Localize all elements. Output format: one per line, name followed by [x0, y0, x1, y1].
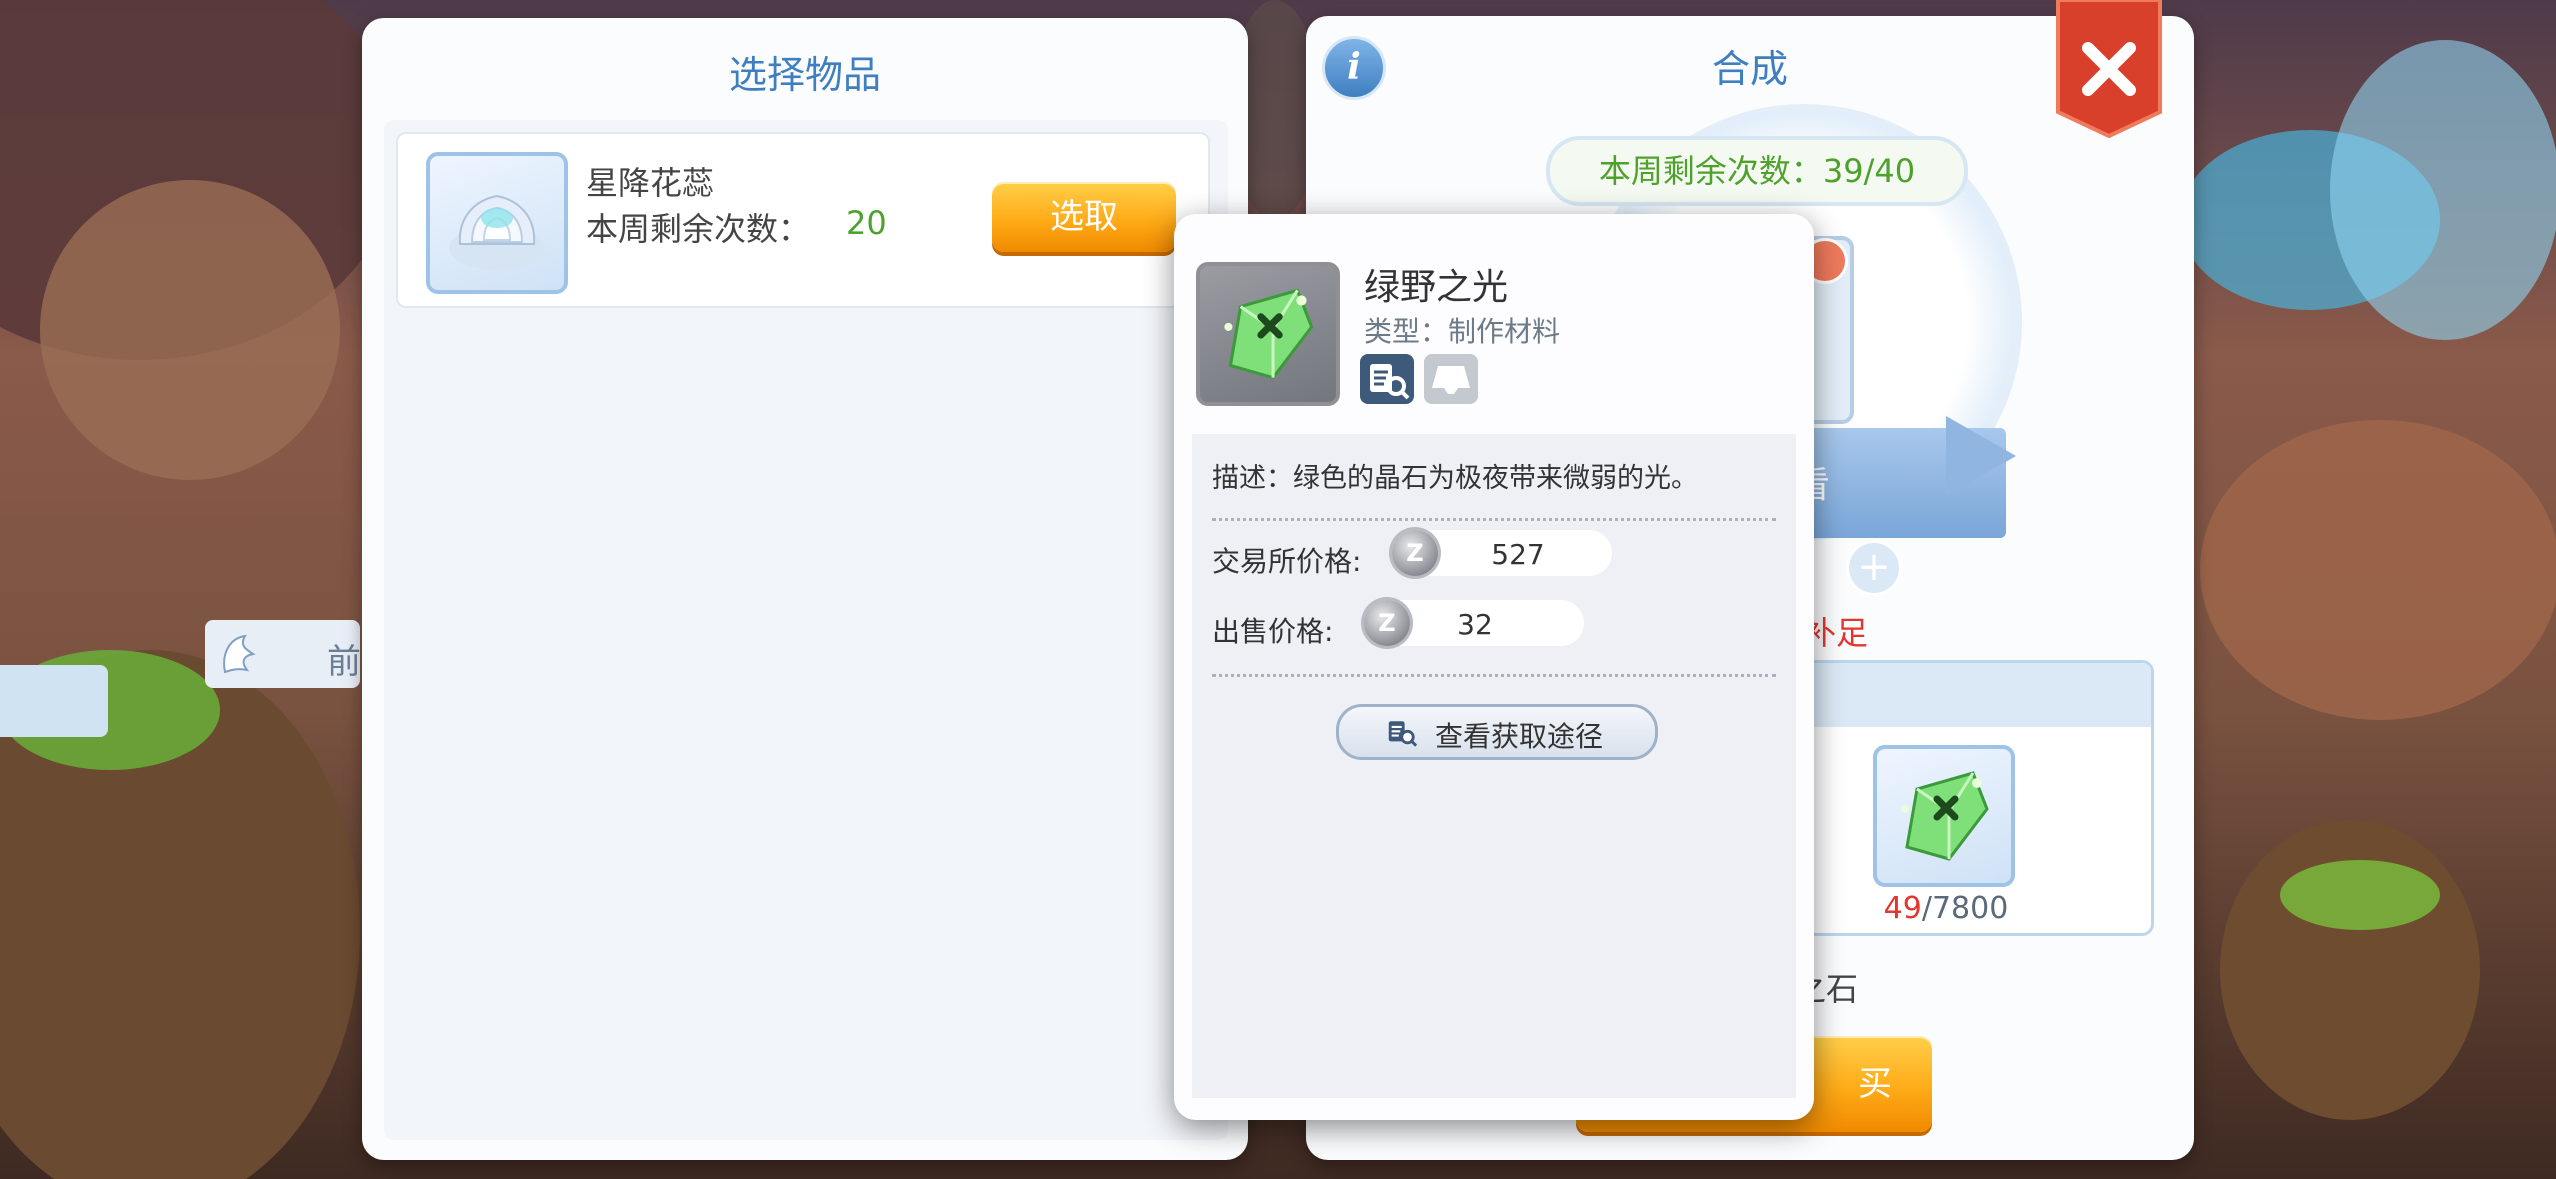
select-item-title: 选择物品: [728, 53, 881, 97]
tooltip-description: 描述：绿色的晶石为极夜带来微弱的光。: [1212, 463, 1698, 494]
side-panel-fragment: [0, 665, 108, 737]
side-menu-button[interactable]: 前: [205, 620, 361, 688]
divider-top: [1212, 518, 1776, 521]
item-weekly-label: 本周剩余次数：: [586, 210, 811, 248]
sell-price-label: 出售价格:: [1212, 615, 1334, 648]
green-crystal-icon[interactable]: [1873, 745, 2015, 887]
tray-icon[interactable]: [1424, 354, 1478, 404]
select-item-panel: 选择物品 星降花蕊 本周剩余次数： 20 选取: [362, 18, 1248, 1160]
tooltip-item-type: 类型：制作材料: [1364, 315, 1561, 348]
exchange-price-label: 交易所价格:: [1212, 545, 1362, 578]
search-document-icon[interactable]: [1360, 354, 1414, 404]
ribbon-tail: [1946, 416, 2016, 496]
flower-item-icon: [426, 152, 568, 294]
material-have: 49: [1883, 891, 1922, 926]
tooltip-body: 描述：绿色的晶石为极夜带来微弱的光。 交易所价格: Z 527 出售价格: Z …: [1192, 434, 1796, 1098]
zeny-coin-icon: Z: [1364, 600, 1410, 646]
item-tooltip: 绿野之光 类型：制作材料 描述：绿色的晶石为极夜带来微弱的光。 交易所价格: Z…: [1174, 214, 1814, 1120]
view-source-button[interactable]: 查看获取途径: [1336, 704, 1658, 760]
close-icon: [2056, 0, 2162, 139]
tooltip-item-name: 绿野之光: [1364, 267, 1509, 308]
sell-price-value: 32: [1457, 608, 1493, 641]
item-name: 星降花蕊: [586, 164, 715, 202]
list-item[interactable]: 星降花蕊 本周剩余次数： 20 选取: [396, 132, 1210, 308]
exchange-price-value: 527: [1491, 538, 1545, 571]
divider-bottom: [1212, 674, 1776, 677]
green-crystal-icon: [1196, 262, 1340, 406]
close-button[interactable]: [2054, 0, 2164, 140]
exchange-price-pill: Z 527: [1392, 530, 1612, 576]
add-icon[interactable]: +: [1846, 540, 1902, 596]
view-source-label: 查看获取途径: [1435, 720, 1604, 753]
item-list: 星降花蕊 本周剩余次数： 20 选取: [384, 120, 1228, 1140]
weekly-counter-label: 本周剩余次数：: [1598, 152, 1823, 190]
wing-icon: [217, 632, 259, 676]
search-document-icon: [1381, 714, 1421, 750]
material-need: /7800: [1921, 891, 2009, 926]
select-button[interactable]: 选取: [992, 182, 1176, 252]
buy-button-label: 买: [1858, 1064, 1892, 1104]
zeny-coin-icon: Z: [1392, 530, 1438, 576]
weekly-counter: 本周剩余次数：39/40: [1546, 136, 1968, 206]
sell-price-pill: Z 32: [1364, 600, 1584, 646]
item-weekly-value: 20: [846, 204, 887, 242]
weekly-counter-value: 39/40: [1822, 152, 1916, 190]
side-menu-label: 前: [327, 642, 361, 682]
